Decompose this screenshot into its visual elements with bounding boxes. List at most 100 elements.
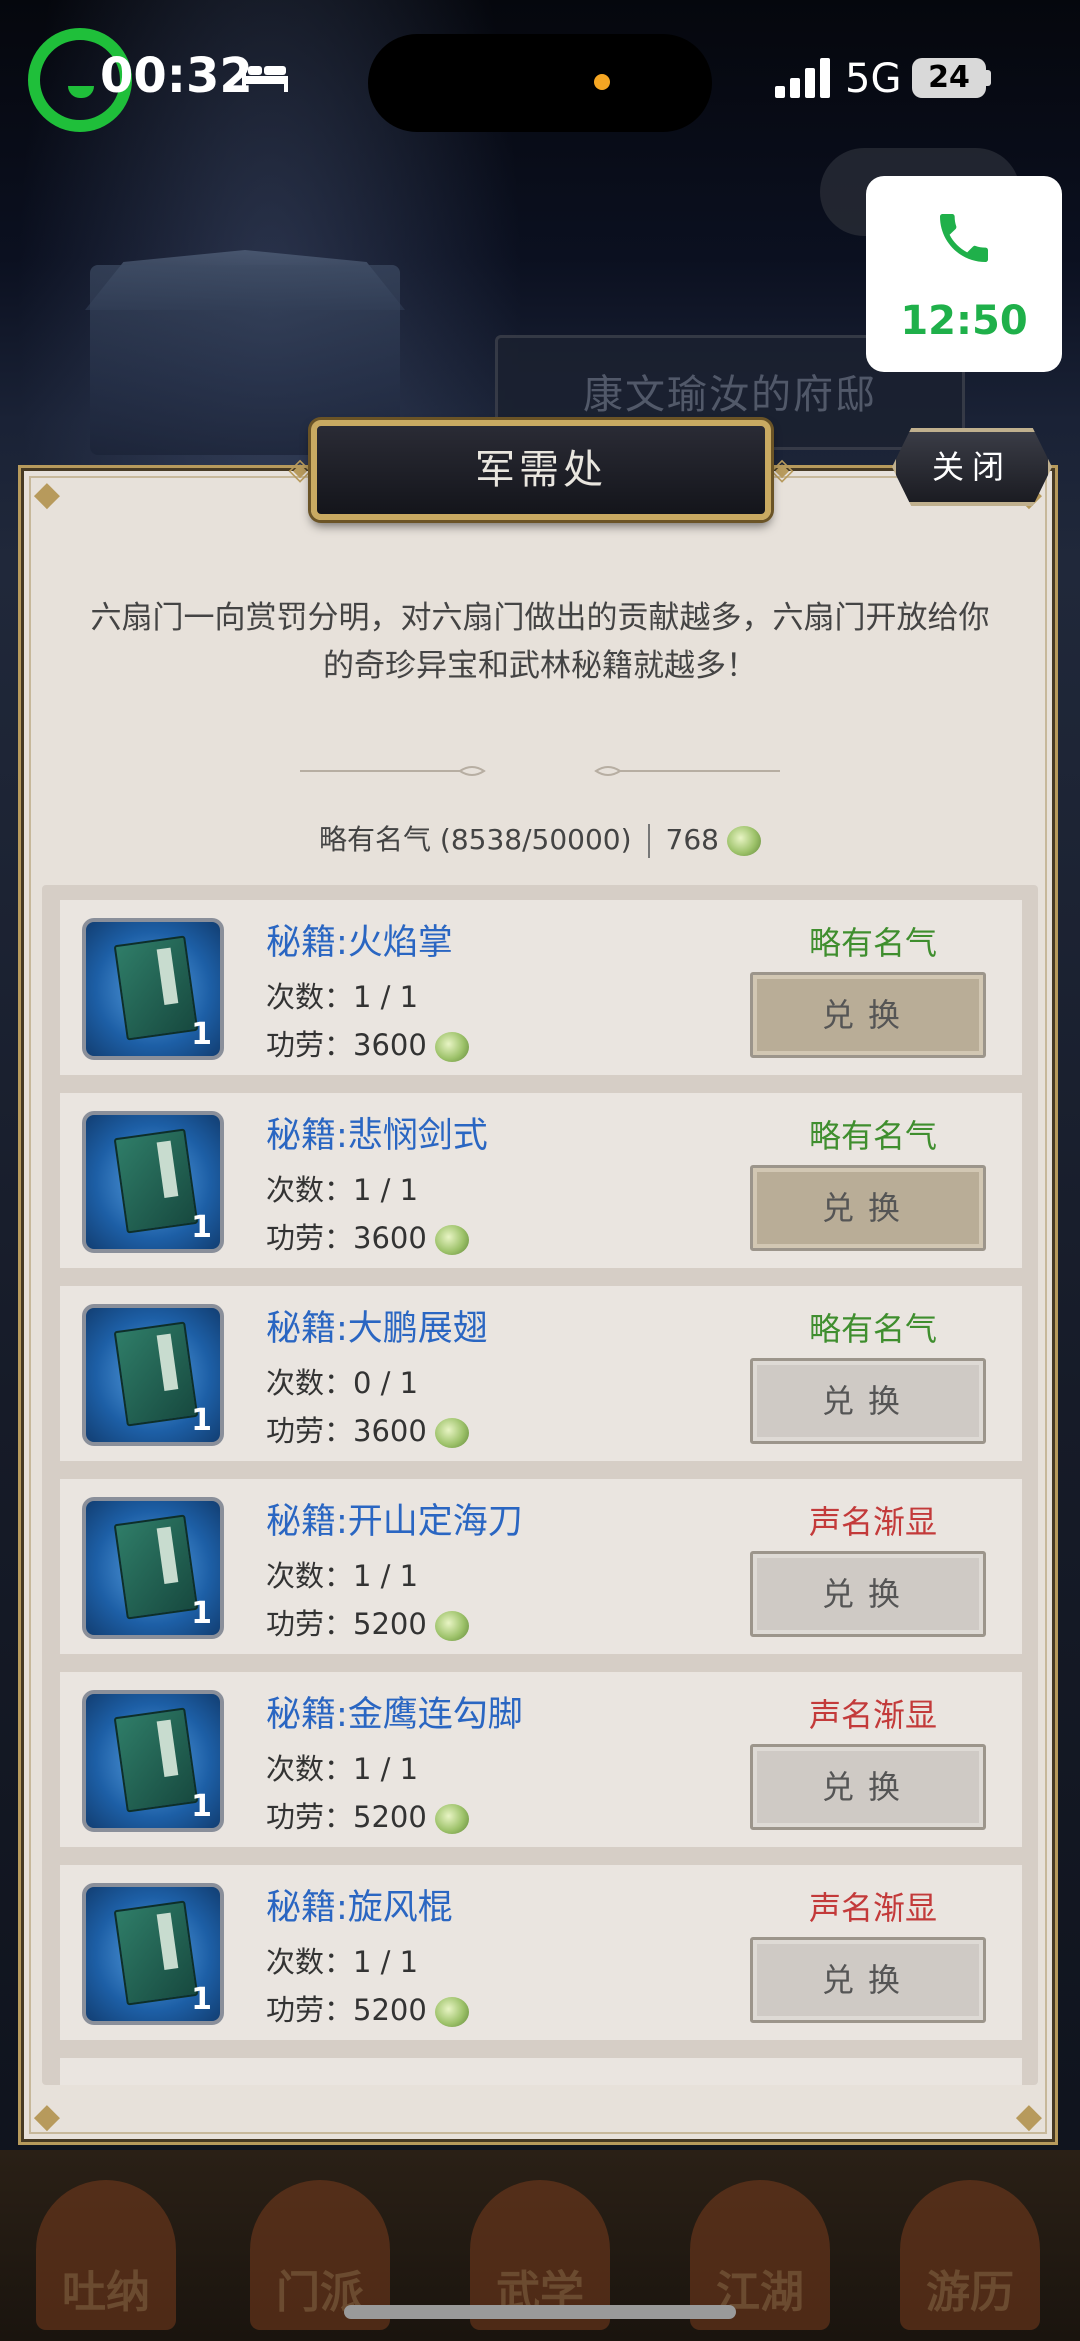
bed-icon bbox=[242, 62, 288, 92]
merit-balance: 768 bbox=[665, 823, 719, 856]
exchange-button[interactable]: 兑换 bbox=[750, 1551, 986, 1637]
nav-tuna[interactable]: 吐纳 bbox=[36, 2180, 176, 2330]
item-count: 次数：0 / 1 bbox=[266, 1360, 418, 1402]
list-item: 1 秘籍:旋风棍 次数：1 / 1 功劳：5200 声名渐显 兑换 bbox=[60, 1865, 1022, 2040]
skill-book-icon bbox=[113, 1128, 199, 1234]
cost-label: 功劳： bbox=[266, 1414, 354, 1448]
item-quantity: 1 bbox=[191, 1017, 212, 1052]
merit-coin-icon bbox=[434, 1225, 469, 1255]
item-thumbnail[interactable]: 1 bbox=[82, 1883, 224, 2025]
merit-coin-icon bbox=[434, 1997, 469, 2027]
exchange-button-label: 兑换 bbox=[821, 996, 914, 1034]
item-thumbnail[interactable]: 1 bbox=[82, 1690, 224, 1832]
item-count: 次数：1 / 1 bbox=[266, 974, 418, 1016]
exchange-button[interactable]: 兑换 bbox=[750, 972, 986, 1058]
item-thumbnail[interactable]: 1 bbox=[82, 918, 224, 1060]
merit-coin-icon bbox=[434, 1804, 469, 1834]
fame-status-line: 略有名气 (8538/50000) 768 bbox=[0, 818, 1080, 858]
item-name: 秘籍:开山定海刀 bbox=[266, 1502, 523, 1542]
cost-value: 3600 bbox=[353, 1414, 427, 1448]
corner-ornament-icon: ◆ bbox=[33, 474, 61, 514]
home-indicator[interactable] bbox=[344, 2305, 736, 2319]
count-label: 次数： bbox=[266, 1752, 354, 1786]
item-count: 次数：1 / 1 bbox=[266, 1939, 418, 1981]
skill-book-icon bbox=[113, 1900, 199, 2006]
cost-label: 功劳： bbox=[266, 1221, 354, 1255]
item-requirement: 略有名气 bbox=[808, 924, 937, 962]
exchange-button[interactable]: 兑换 bbox=[750, 1937, 986, 2023]
item-quantity: 1 bbox=[191, 1789, 212, 1824]
item-requirement: 声名渐显 bbox=[808, 1503, 937, 1541]
item-name: 秘籍:旋风棍 bbox=[266, 1888, 453, 1928]
item-quantity: 1 bbox=[191, 1403, 212, 1438]
item-requirement: 略有名气 bbox=[808, 1310, 937, 1348]
list-item: 1 秘籍:火焰掌 次数：1 / 1 功劳：3600 略有名气 兑换 bbox=[60, 900, 1022, 1075]
item-count: 次数：1 / 1 bbox=[266, 1553, 418, 1595]
item-cost: 功劳：5200 bbox=[266, 1794, 469, 1836]
item-name: 秘籍:悲悯剑式 bbox=[266, 1116, 488, 1156]
exchange-button[interactable]: 兑换 bbox=[750, 1165, 986, 1251]
battery-tip bbox=[986, 70, 991, 86]
cost-label: 功劳： bbox=[266, 1607, 354, 1641]
call-widget[interactable]: 12:50 bbox=[866, 176, 1062, 372]
item-count: 次数：1 / 1 bbox=[266, 1746, 418, 1788]
dynamic-island bbox=[368, 34, 712, 132]
cost-label: 功劳： bbox=[266, 1993, 354, 2027]
item-name: 秘籍:火焰掌 bbox=[266, 923, 453, 963]
divider-ornament-icon bbox=[300, 766, 780, 776]
count-value: 1 / 1 bbox=[353, 1559, 419, 1593]
count-label: 次数： bbox=[266, 1366, 354, 1400]
list-item-partial bbox=[60, 2058, 1022, 2085]
cost-value: 5200 bbox=[353, 1800, 427, 1834]
item-requirement: 略有名气 bbox=[808, 1117, 937, 1155]
status-time: 00:32 bbox=[100, 48, 253, 104]
skill-book-icon bbox=[113, 1707, 199, 1813]
battery-icon: 24 bbox=[912, 58, 986, 98]
item-cost: 功劳：3600 bbox=[266, 1215, 469, 1257]
item-quantity: 1 bbox=[191, 1596, 212, 1631]
cost-value: 5200 bbox=[353, 1993, 427, 2027]
cost-value: 5200 bbox=[353, 1607, 427, 1641]
exchange-button-label: 兑换 bbox=[821, 1382, 914, 1420]
merit-coin-icon bbox=[434, 1032, 469, 1062]
list-item: 1 秘籍:金鹰连勾脚 次数：1 / 1 功劳：5200 声名渐显 兑换 bbox=[60, 1672, 1022, 1847]
count-value: 1 / 1 bbox=[353, 1752, 419, 1786]
skill-book-icon bbox=[113, 1321, 199, 1427]
privacy-dot-icon bbox=[594, 74, 610, 90]
phone-icon bbox=[940, 214, 988, 262]
item-cost: 功劳：5200 bbox=[266, 1601, 469, 1643]
count-label: 次数： bbox=[266, 1173, 354, 1207]
item-count: 次数：1 / 1 bbox=[266, 1167, 418, 1209]
skill-book-icon bbox=[113, 935, 199, 1041]
merit-coin-icon bbox=[434, 1611, 469, 1641]
merit-coin-icon bbox=[434, 1418, 469, 1448]
item-requirement: 声名渐显 bbox=[808, 1696, 937, 1734]
list-item: 1 秘籍:大鹏展翅 次数：0 / 1 功劳：3600 略有名气 兑换 bbox=[60, 1286, 1022, 1461]
exchange-button[interactable]: 兑换 bbox=[750, 1744, 986, 1830]
exchange-list[interactable]: 1 秘籍:火焰掌 次数：1 / 1 功劳：3600 略有名气 兑换 1 秘籍:悲… bbox=[42, 885, 1038, 2085]
exchange-button-label: 兑换 bbox=[821, 1189, 914, 1227]
item-thumbnail[interactable]: 1 bbox=[82, 1304, 224, 1446]
intro-text: 六扇门一向赏罚分明，对六扇门做出的贡献越多，六扇门开放给你的奇珍异宝和武林秘籍就… bbox=[90, 600, 990, 684]
item-name: 秘籍:大鹏展翅 bbox=[266, 1309, 488, 1349]
count-label: 次数： bbox=[266, 980, 354, 1014]
network-type: 5G bbox=[845, 56, 902, 102]
cost-value: 3600 bbox=[353, 1221, 427, 1255]
cost-label: 功劳： bbox=[266, 1028, 354, 1062]
count-label: 次数： bbox=[266, 1945, 354, 1979]
nav-label: 吐纳 bbox=[62, 2267, 150, 2318]
exchange-button[interactable]: 兑换 bbox=[750, 1358, 986, 1444]
fame-status: 略有名气 (8538/50000) bbox=[319, 823, 632, 856]
item-thumbnail[interactable]: 1 bbox=[82, 1111, 224, 1253]
count-value: 0 / 1 bbox=[353, 1366, 419, 1400]
fame-separator bbox=[647, 824, 650, 858]
item-cost: 功劳：5200 bbox=[266, 1987, 469, 2029]
close-button[interactable]: 关闭 bbox=[892, 428, 1052, 506]
battery-level: 24 bbox=[928, 60, 970, 95]
dialog-title: 军需处 bbox=[475, 447, 607, 493]
item-thumbnail[interactable]: 1 bbox=[82, 1497, 224, 1639]
signal-icon bbox=[775, 58, 831, 98]
cost-value: 3600 bbox=[353, 1028, 427, 1062]
item-cost: 功劳：3600 bbox=[266, 1022, 469, 1064]
nav-youli[interactable]: 游历 bbox=[900, 2180, 1040, 2330]
